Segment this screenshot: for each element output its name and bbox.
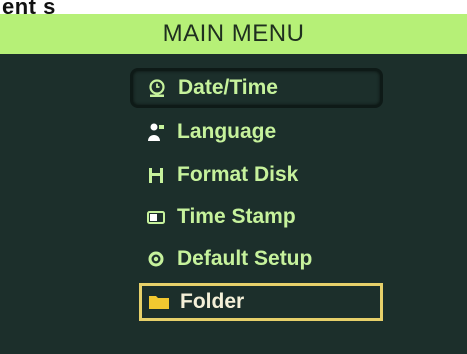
menu-item-format-disk[interactable]: Format Disk (145, 158, 298, 192)
clock-icon (146, 77, 168, 99)
menu-title: MAIN MENU (162, 20, 305, 47)
menu-item-label: Time Stamp (177, 205, 296, 228)
time-stamp-icon (145, 206, 167, 228)
menu-item-time-stamp[interactable]: Time Stamp (145, 200, 296, 234)
cropped-heading-text: ent s (2, 0, 56, 14)
menu-item-label: Folder (180, 290, 245, 313)
camera-screen: ent s MAIN MENU Date/Time Language Forma… (0, 0, 467, 354)
title-bar: MAIN MENU (0, 14, 467, 54)
default-setup-icon (145, 248, 167, 270)
language-icon (145, 121, 167, 143)
menu-item-label: Date/Time (178, 76, 278, 99)
menu-item-label: Format Disk (177, 163, 299, 186)
menu-item-label: Default Setup (177, 247, 313, 270)
menu-item-language[interactable]: Language (145, 115, 276, 149)
folder-icon (148, 291, 170, 313)
format-disk-icon (145, 164, 167, 186)
menu-item-default-setup[interactable]: Default Setup (145, 242, 312, 276)
menu-item-folder[interactable]: Folder (139, 283, 383, 321)
cropped-heading: ent s (0, 0, 467, 14)
menu-item-date-time[interactable]: Date/Time (130, 68, 383, 108)
menu-item-label: Language (177, 120, 277, 143)
main-menu-panel: MAIN MENU Date/Time Language Format Disk… (0, 14, 467, 354)
